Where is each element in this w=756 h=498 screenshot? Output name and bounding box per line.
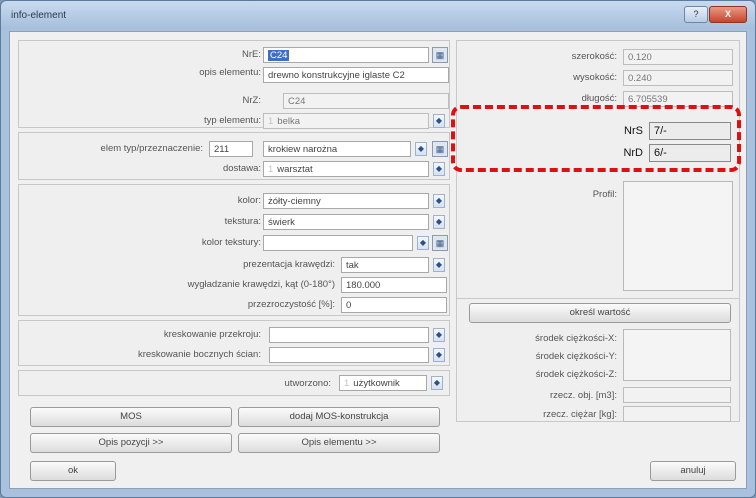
obj-field	[623, 387, 731, 403]
hatching-panel: kreskowanie przekroju: ◆ kreskowanie boc…	[18, 320, 450, 366]
wysokosc-field: 0.240	[623, 70, 733, 86]
gravity-panel: określ wartość środek ciężkości-X: środe…	[456, 298, 740, 422]
wygladzanie-label: wygładzanie krawędzi, kąt (0-180°)	[187, 279, 335, 290]
sy-label: środek ciężkości-Y:	[535, 351, 617, 362]
szerokosc-label: szerokość:	[571, 51, 617, 62]
picker-icon[interactable]: ▦	[432, 47, 448, 63]
wysokosc-label: wysokość:	[573, 72, 617, 83]
created-panel: utworzono: 1 użytkownik ◆	[18, 370, 450, 396]
typ-label: typ elementu:	[203, 115, 261, 126]
elemtyp-label: elem typ/przeznaczenie:	[100, 143, 203, 154]
picker-icon[interactable]: ▦	[432, 235, 448, 251]
kolor-label: kolor:	[237, 195, 261, 206]
appearance-panel: kolor: żółty-ciemny ◆ tekstura: świerk ◆…	[18, 184, 450, 316]
dlugosc-label: długość:	[581, 93, 617, 104]
profile-preview	[623, 181, 733, 291]
anuluj-button[interactable]: anuluj	[650, 461, 736, 481]
utworzono-label: utworzono:	[284, 378, 331, 389]
tekstura-select[interactable]: świerk	[263, 214, 429, 230]
picker-icon[interactable]: ▦	[432, 141, 448, 157]
dostawa-select[interactable]: 1 warsztat	[263, 161, 429, 177]
przezroczystosc-input[interactable]: 0	[341, 297, 447, 313]
prezentacja-label: prezentacja krawędzi:	[243, 259, 335, 270]
utworzono-select[interactable]: 1 użytkownik	[339, 375, 427, 391]
dropdown-icon[interactable]: ◆	[433, 258, 445, 272]
opis-pozycji-button[interactable]: Opis pozycji >>	[30, 433, 232, 453]
dropdown-icon[interactable]: ◆	[433, 162, 445, 176]
typ-select[interactable]: 1 belka	[263, 113, 429, 129]
dialog-body: NrE: C24 ▦ opis elementu: drewno konstru…	[9, 31, 747, 489]
kreskowanie-scian-select[interactable]	[269, 347, 429, 363]
sx-label: środek ciężkości-X:	[535, 333, 617, 344]
przezroczystosc-label: przezroczystość [%]:	[247, 299, 335, 310]
title-bar[interactable]: info-element ? X	[1, 1, 755, 29]
kolor-select[interactable]: żółty-ciemny	[263, 193, 429, 209]
identification-panel: NrE: C24 ▦ opis elementu: drewno konstru…	[18, 40, 450, 129]
window-title: info-element	[11, 10, 67, 21]
kolor-tekstury-select[interactable]	[263, 235, 413, 251]
dropdown-icon[interactable]: ◆	[431, 376, 443, 390]
opis-input[interactable]: drewno konstrukcyjne iglaste C2	[263, 67, 449, 83]
dialog-window: info-element ? X NrE: C24 ▦ opis element…	[0, 0, 756, 498]
dodaj-mos-button[interactable]: dodaj MOS-konstrukcja	[238, 407, 440, 427]
opis-label: opis elementu:	[199, 67, 261, 78]
nre-label: NrE:	[242, 49, 261, 60]
dropdown-icon[interactable]: ◆	[433, 215, 445, 229]
ciezar-label: rzecz. ciężar [kg]:	[543, 409, 617, 420]
nrz-field: C24	[283, 93, 449, 109]
okresl-wartosc-button[interactable]: określ wartość	[469, 303, 731, 323]
dropdown-icon[interactable]: ◆	[415, 142, 427, 156]
nrz-label: NrZ:	[242, 95, 261, 106]
kolor-tekstury-label: kolor tekstury:	[201, 237, 261, 248]
dropdown-icon[interactable]: ◆	[433, 328, 445, 342]
nre-input[interactable]: C24	[263, 47, 429, 63]
kreskowanie-przekroju-label: kreskowanie przekroju:	[163, 329, 261, 340]
type-panel: elem typ/przeznaczenie: 211 krokiew naro…	[18, 132, 450, 180]
elemtyp-code-input[interactable]: 211	[209, 141, 253, 157]
kreskowanie-scian-label: kreskowanie bocznych ścian:	[137, 349, 261, 360]
close-button[interactable]: X	[709, 6, 747, 23]
opis-elementu-button[interactable]: Opis elementu >>	[238, 433, 440, 453]
ciezar-field	[623, 406, 731, 422]
help-button[interactable]: ?	[684, 6, 708, 23]
prezentacja-select[interactable]: tak	[341, 257, 429, 273]
sz-label: środek ciężkości-Z:	[535, 369, 617, 380]
mos-button[interactable]: MOS	[30, 407, 232, 427]
profil-label: Profil:	[592, 189, 617, 200]
wygladzanie-input[interactable]: 180.000	[341, 277, 447, 293]
ok-button[interactable]: ok	[30, 461, 116, 481]
dropdown-icon[interactable]: ◆	[417, 236, 429, 250]
tekstura-label: tekstura:	[224, 216, 261, 227]
obj-label: rzecz. obj. [m3]:	[549, 390, 617, 401]
dropdown-icon[interactable]: ◆	[433, 348, 445, 362]
kreskowanie-przekroju-select[interactable]	[269, 327, 429, 343]
dropdown-icon[interactable]: ◆	[433, 114, 445, 128]
szerokosc-field: 0.120	[623, 49, 733, 65]
dropdown-icon[interactable]: ◆	[433, 194, 445, 208]
dostawa-label: dostawa:	[222, 163, 261, 174]
highlight-box	[451, 105, 741, 172]
elemtyp-select[interactable]: krokiew narożna	[263, 141, 411, 157]
gravity-values	[623, 329, 731, 381]
